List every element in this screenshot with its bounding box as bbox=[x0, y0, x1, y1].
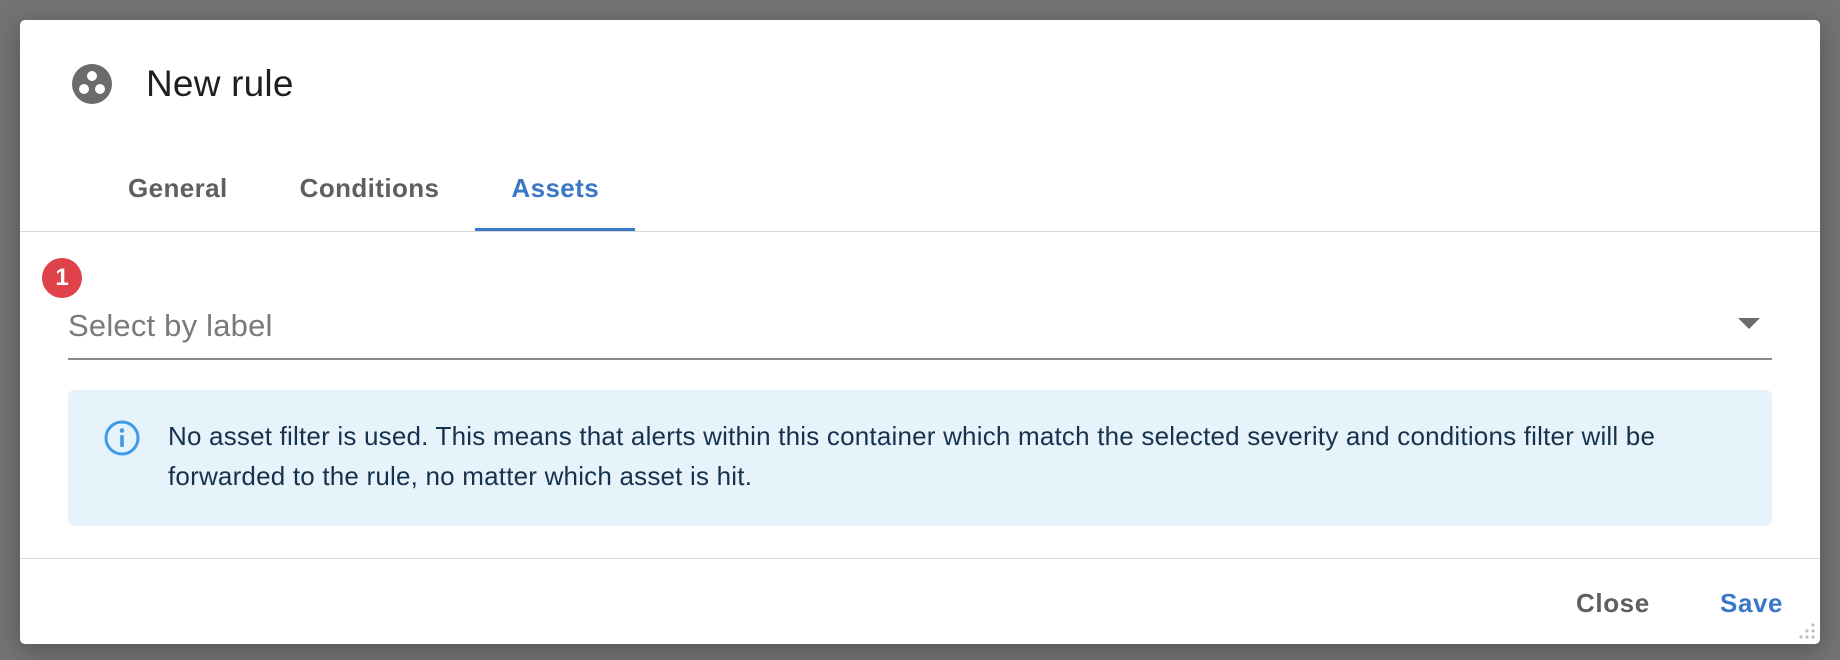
dialog-header: New rule General Conditions Assets bbox=[20, 20, 1820, 232]
info-message: No asset filter is used. This means that… bbox=[168, 421, 1656, 491]
tab-bar: General Conditions Assets bbox=[92, 144, 635, 232]
title-row: New rule bbox=[70, 62, 294, 106]
tab-assets[interactable]: Assets bbox=[475, 144, 635, 232]
save-button[interactable]: Save bbox=[1720, 579, 1783, 627]
tab-general[interactable]: General bbox=[92, 144, 264, 232]
caret-down-icon[interactable] bbox=[1738, 318, 1760, 329]
label-select[interactable]: Select by label bbox=[68, 292, 1772, 360]
dialog-title: New rule bbox=[146, 63, 294, 104]
select-placeholder: Select by label bbox=[68, 308, 273, 343]
rule-group-icon bbox=[72, 64, 112, 104]
tab-conditions[interactable]: Conditions bbox=[264, 144, 476, 232]
info-icon bbox=[104, 420, 140, 456]
dialog-footer: Close Save bbox=[20, 559, 1820, 644]
new-rule-dialog: New rule General Conditions Assets 1 Sel… bbox=[20, 20, 1820, 644]
close-button[interactable]: Close bbox=[1576, 579, 1650, 627]
assets-panel: 1 Select by label No asset filter is use… bbox=[20, 232, 1820, 558]
resize-handle-icon[interactable] bbox=[1796, 620, 1816, 640]
info-alert: No asset filter is used. This means that… bbox=[68, 390, 1772, 526]
